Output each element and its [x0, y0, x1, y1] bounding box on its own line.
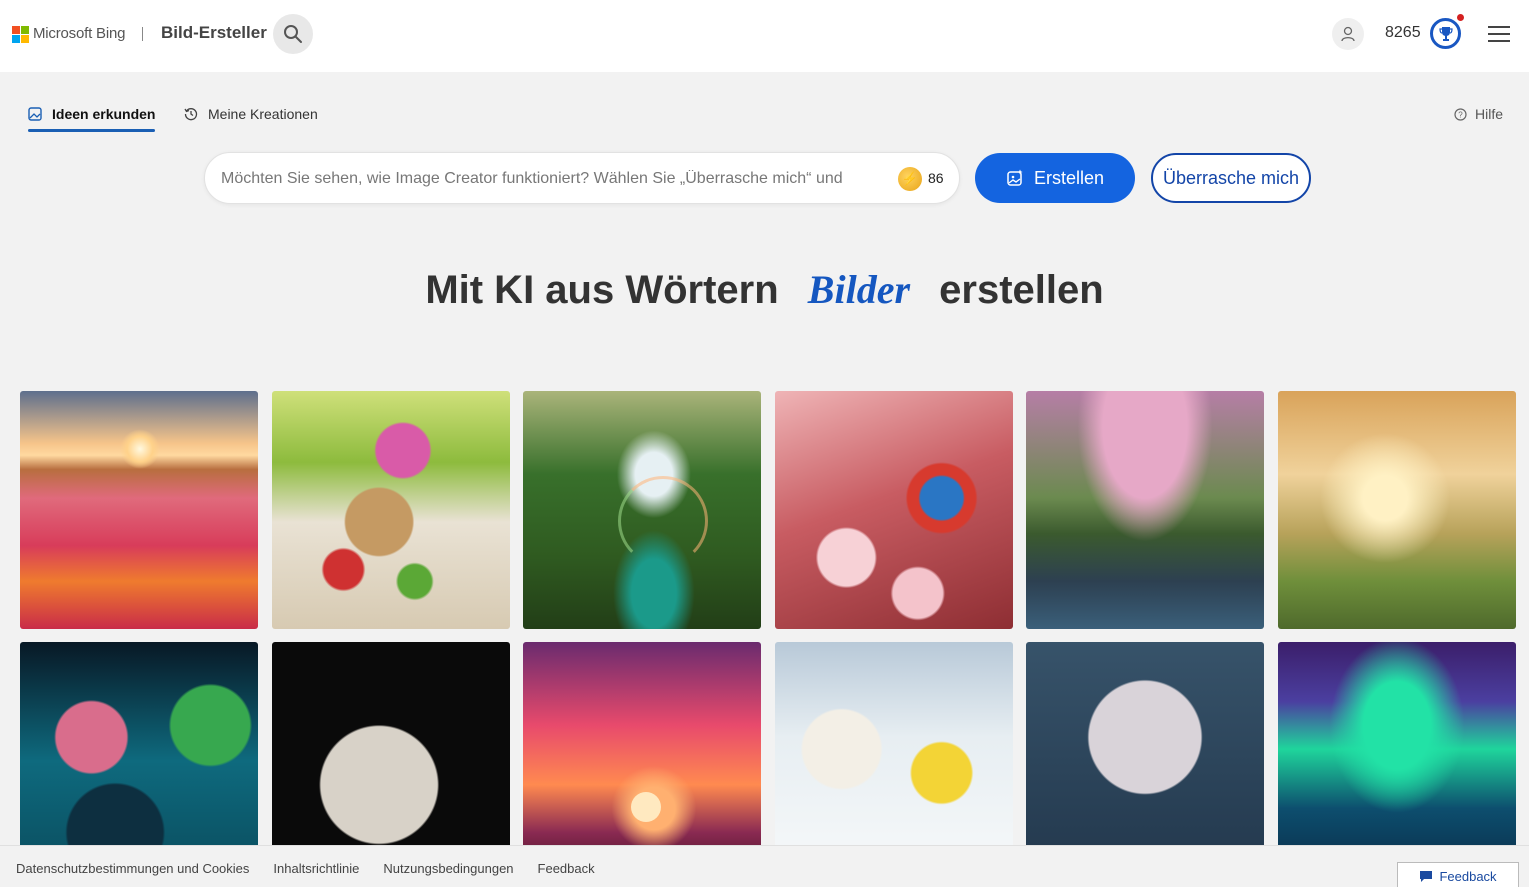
tab-explore-label: Ideen erkunden [52, 106, 156, 122]
trophy-icon [1438, 26, 1453, 41]
footer-link-content-policy[interactable]: Inhaltsrichtlinie [273, 861, 359, 876]
footer-link-feedback[interactable]: Feedback [538, 861, 595, 876]
cherry-tree-stream-image[interactable] [1026, 391, 1264, 629]
footer-link-terms[interactable]: Nutzungsbedingungen [383, 861, 513, 876]
tab-explore-ideas[interactable]: Ideen erkunden [28, 106, 155, 122]
create-button-label: Erstellen [1033, 167, 1105, 188]
hero-accent-word: Bilder [807, 267, 911, 312]
brand-name[interactable]: Microsoft Bing [33, 25, 125, 42]
feedback-button[interactable]: Feedback [1397, 862, 1519, 887]
help-icon: ? [1454, 107, 1467, 121]
boost-coin-icon[interactable]: ⚡ [898, 167, 922, 191]
tab-my-creations[interactable]: Meine Kreationen [184, 106, 318, 122]
hamburger-menu-button[interactable] [1488, 25, 1510, 43]
picnic-basket-flowers-image[interactable] [271, 391, 510, 629]
sparkle-image-icon [1007, 169, 1023, 186]
surprise-me-button[interactable]: Überrasche mich [1151, 153, 1311, 203]
top-header: Microsoft Bing Bild-Ersteller 8265 [0, 0, 1529, 72]
butterfly-cherry-blossom-image[interactable] [774, 391, 1013, 629]
history-icon [184, 108, 198, 121]
microsoft-logo[interactable] [12, 26, 30, 44]
hero-text-before: Mit KI aus Wörtern [425, 268, 779, 312]
rewards-points[interactable]: 8265 [1385, 24, 1421, 42]
hero-heading: Mit KI aus Wörtern Bilder erstellen [0, 266, 1529, 313]
active-tab-indicator [28, 129, 155, 132]
notification-dot [1457, 14, 1464, 21]
child-kite-park-image[interactable] [1277, 391, 1516, 629]
header-divider [142, 27, 143, 41]
image-gallery [20, 391, 1516, 880]
tulip-field-sunset-image[interactable] [20, 391, 258, 629]
help-link[interactable]: ? Hilfe [1454, 106, 1503, 122]
waterfall-rainbow-jungle-image[interactable] [523, 391, 761, 629]
user-icon [1341, 26, 1355, 42]
search-button[interactable] [273, 14, 313, 54]
prompt-input[interactable] [221, 167, 881, 191]
help-label: Hilfe [1475, 106, 1504, 122]
chat-bubble-icon [1420, 871, 1433, 882]
prompt-container: ⚡ 86 [204, 152, 960, 204]
svg-text:?: ? [1458, 110, 1463, 119]
hero-text-after: erstellen [939, 268, 1104, 312]
boost-count: 86 [928, 170, 944, 186]
search-icon [284, 25, 302, 43]
rewards-button[interactable] [1430, 18, 1461, 49]
tab-my-creations-label: Meine Kreationen [208, 106, 318, 122]
page-footer: Datenschutzbestimmungen und Cookies Inha… [0, 845, 1529, 887]
footer-links: Datenschutzbestimmungen und Cookies Inha… [16, 861, 595, 876]
create-button[interactable]: Erstellen [975, 153, 1135, 203]
product-title[interactable]: Bild-Ersteller [161, 23, 267, 43]
account-button[interactable] [1332, 18, 1364, 50]
footer-link-privacy[interactable]: Datenschutzbestimmungen und Cookies [16, 861, 249, 876]
image-icon [28, 107, 42, 121]
feedback-button-label: Feedback [1439, 869, 1497, 884]
